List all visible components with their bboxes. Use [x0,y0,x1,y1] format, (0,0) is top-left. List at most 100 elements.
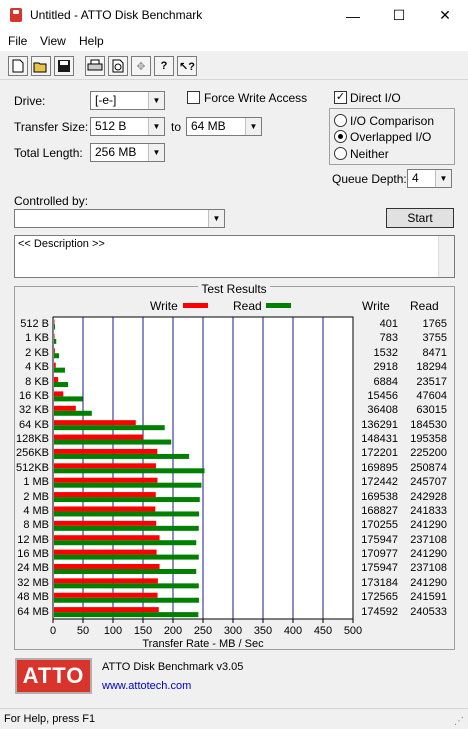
write-bar [54,520,157,526]
write-bar [54,348,55,354]
read-value: 241290 [410,576,447,589]
write-bar [54,578,158,584]
row-label: 8 MB [23,519,49,532]
write-bar [54,333,55,339]
read-value: 18294 [416,361,447,374]
write-bar [54,607,159,613]
tick-label: 200 [164,625,182,637]
row-label: 512 B [20,318,49,330]
row-label: 24 MB [17,562,49,575]
write-value: 15456 [367,389,398,402]
write-bar [54,362,56,368]
tick-label: 350 [254,625,272,637]
read-bar [54,410,92,416]
read-value: 225200 [410,447,447,460]
write-value: 36408 [367,404,398,417]
row-label: 8 KB [25,375,49,388]
write-bar [54,535,160,541]
write-bar [54,592,158,598]
read-bar [54,439,172,445]
write-value: 170255 [361,519,398,532]
write-value: 169895 [361,461,398,474]
write-bar [54,477,158,483]
row-label: 256KB [15,447,49,460]
row-label: 64 MB [17,605,49,618]
row-label: 12 MB [17,533,49,546]
read-bar [54,554,199,560]
read-value: 237108 [410,533,447,546]
row-label: 128KB [15,433,49,446]
read-value: 8471 [422,346,447,359]
tick-label: 50 [77,625,89,637]
write-value: 172565 [361,591,398,604]
product-name: ATTO Disk Benchmark v3.05 [102,661,244,673]
read-value: 240533 [410,605,447,618]
read-value: 237108 [410,562,447,575]
read-bar [54,511,200,517]
write-bar [54,420,136,426]
read-value: 250874 [410,461,447,474]
read-bar [54,540,197,546]
read-value: 241591 [410,591,447,604]
read-value: 241833 [410,504,447,517]
read-value: 245707 [410,476,447,489]
write-value: 173184 [361,576,398,589]
read-value: 3755 [422,332,447,345]
website-link[interactable]: www.attotech.com [102,680,191,692]
row-label: 512KB [15,461,49,474]
read-bar [54,612,199,618]
write-bar [54,563,160,569]
row-label: 1 KB [25,332,49,345]
tick-label: 500 [344,625,362,637]
read-value: 195358 [410,433,447,446]
read-bar [54,497,200,503]
tick-label: 0 [50,625,56,637]
atto-logo: ATTO [15,658,92,694]
read-bar [54,396,83,402]
write-value: 169538 [361,490,398,503]
write-value: 175947 [361,562,398,575]
tick-label: 250 [194,625,212,637]
row-label: 32 KB [19,404,49,417]
row-label: 2 KB [25,346,49,359]
read-bar [54,324,56,330]
read-value: 242928 [410,490,447,503]
row-label: 32 MB [17,576,49,589]
read-value: 63015 [416,404,447,417]
write-value: 136291 [361,418,398,431]
write-value: 148431 [361,433,398,446]
read-bar [54,425,165,431]
write-bar [54,492,156,498]
read-bar [54,468,205,474]
tick-label: 400 [284,625,302,637]
row-label: 48 MB [17,591,49,604]
read-bar [54,367,65,373]
write-value: 1532 [373,346,398,359]
read-bar [54,482,202,488]
resize-grip-icon[interactable]: ⋰ [454,716,464,727]
row-label: 1 MB [23,476,49,489]
write-value: 170977 [361,548,398,561]
read-value: 241290 [410,519,447,532]
write-bar [54,506,156,512]
write-bar [54,434,144,440]
write-value: 2918 [373,361,398,374]
read-bar [54,353,60,359]
x-axis-label: Transfer Rate - MB / Sec [142,638,264,650]
read-bar [54,382,69,388]
row-label: 16 MB [17,548,49,561]
row-label: 2 MB [23,490,49,503]
read-value: 184530 [410,418,447,431]
write-value: 401 [379,318,398,330]
tick-label: 150 [134,625,152,637]
write-value: 168827 [361,504,398,517]
write-bar [54,405,76,411]
write-value: 174592 [361,605,398,618]
read-bar [54,338,57,344]
read-bar [54,597,199,603]
row-label: 16 KB [19,389,49,402]
write-bar [54,319,55,325]
read-bar [54,568,197,574]
read-bar [54,525,199,531]
tick-label: 450 [314,625,332,637]
